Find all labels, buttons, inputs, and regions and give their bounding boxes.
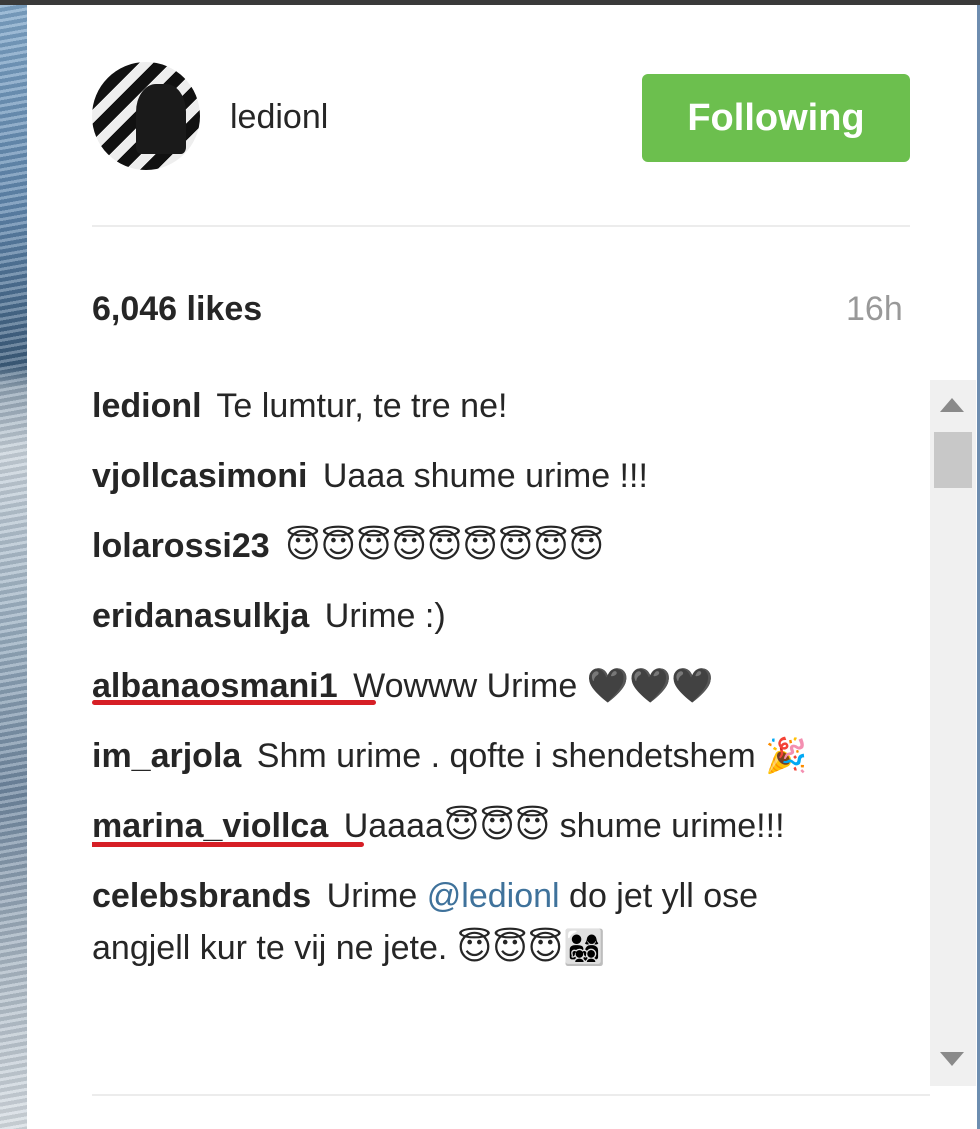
comment-user-link[interactable]: vjollcasimoni [92,457,307,495]
red-underline-annotation [92,842,364,847]
scroll-down-arrow-icon[interactable] [940,1052,964,1066]
comment-text: Wowww Urime 🖤🖤🖤 [353,667,714,705]
comment-item: ledionl Te lumtur, te tre ne! [92,380,852,432]
comment-user-link[interactable]: lolarossi23 [92,527,270,565]
comments-bottom-divider [92,1094,930,1096]
comment-item: marina_viollca Uaaaa😇😇😇 shume urime!!! [92,800,852,852]
post-header: ledionl Following [92,62,910,172]
comment-item: im_arjola Shm urime . qofte i shendetshe… [92,730,852,782]
scroll-thumb[interactable] [934,432,972,488]
red-underline-annotation [92,700,376,705]
comment-user-link[interactable]: eridanasulkja [92,597,309,635]
comment-text: Uaaa shume urime !!! [322,457,648,495]
comment-text: Urime [326,877,427,915]
scroll-up-arrow-icon[interactable] [940,398,964,412]
comment-item: albanaosmani1 Wowww Urime 🖤🖤🖤 [92,660,852,712]
username-link[interactable]: ledionl [230,98,328,137]
comment-item: vjollcasimoni Uaaa shume urime !!! [92,450,852,502]
mention-link[interactable]: @ledionl [427,877,560,915]
comment-text: Uaaaa😇😇😇 shume urime!!! [343,807,785,845]
comments-list: ledionl Te lumtur, te tre ne! vjollcasim… [92,380,930,1080]
comment-text: Urime :) [324,597,446,635]
comment-user-link[interactable]: im_arjola [92,737,241,775]
comment-user-link[interactable]: ledionl [92,387,202,425]
comment-text: 😇😇😇😇😇😇😇😇😇 [285,527,605,565]
post-time[interactable]: 16h [846,290,903,329]
comment-user-link[interactable]: celebsbrands [92,877,311,915]
comment-item: celebsbrands Urime @ledionl do jet yll o… [92,870,852,974]
avatar[interactable] [92,62,200,170]
post-photo-edge[interactable] [0,5,27,1129]
comment-item: eridanasulkja Urime :) [92,590,852,642]
following-button[interactable]: Following [642,74,910,162]
comment-text: Shm urime . qofte i shendetshem 🎉 [256,737,808,775]
likes-count[interactable]: 6,046 likes [92,290,262,329]
comment-user-link[interactable]: marina_viollca [92,807,328,845]
comment-text: Te lumtur, te tre ne! [216,387,508,425]
header-divider [92,225,910,227]
comments-scrollbar[interactable] [930,380,976,1086]
window-top-edge [0,0,980,5]
comment-item: lolarossi23 😇😇😇😇😇😇😇😇😇 [92,520,852,572]
